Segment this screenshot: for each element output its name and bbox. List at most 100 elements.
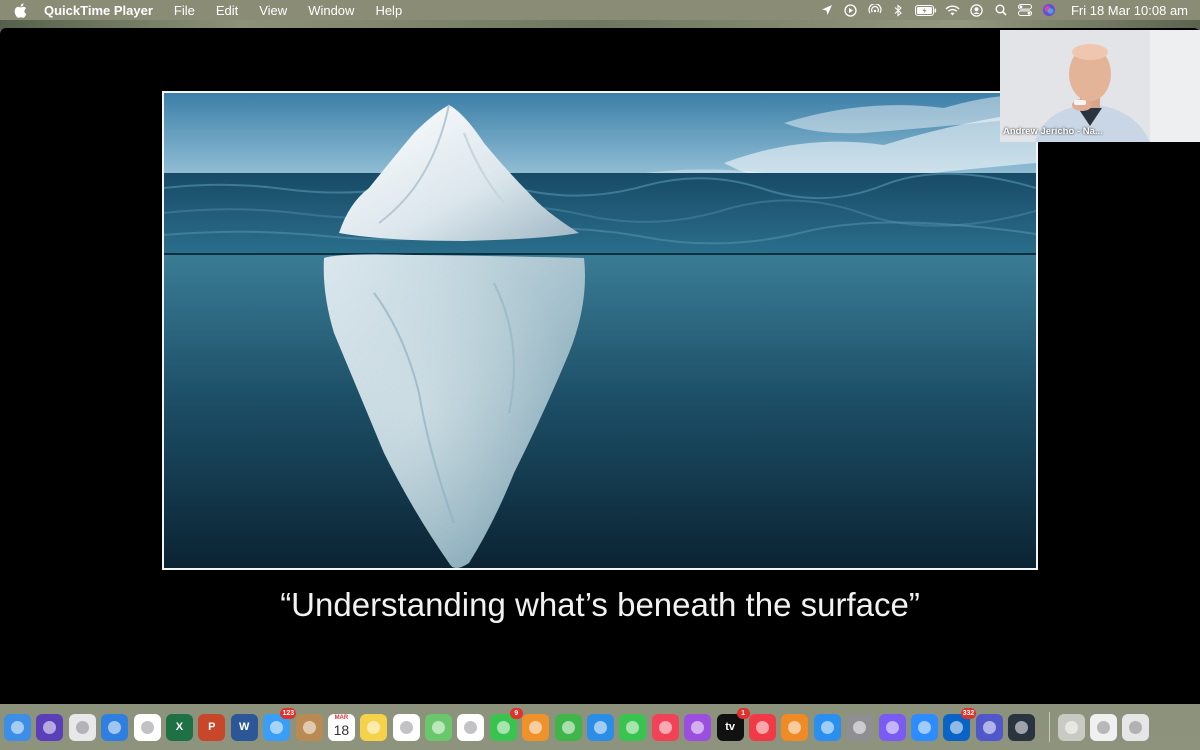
search-icon[interactable]	[989, 0, 1013, 20]
reminders-icon[interactable]	[392, 713, 420, 741]
teams-icon[interactable]	[975, 713, 1003, 741]
battery-icon[interactable]	[911, 0, 941, 20]
numbers-icon[interactable]	[554, 713, 582, 741]
outlook-icon-glyph	[950, 720, 964, 734]
notification-badge: 123	[280, 707, 297, 719]
news-icon[interactable]	[748, 713, 776, 741]
podcasts-icon-glyph	[691, 720, 705, 734]
siri-icon[interactable]	[1037, 0, 1061, 20]
trash-icon[interactable]	[1122, 713, 1150, 741]
contacts-icon[interactable]	[295, 713, 323, 741]
apple-tv-icon[interactable]: tv 1	[716, 707, 750, 741]
airdrop-icon[interactable]	[863, 0, 887, 20]
menu-bar: QuickTime Player File Edit View Window H…	[0, 0, 1200, 20]
zoom-icon-glyph	[917, 720, 931, 734]
quicktime-icon-glyph	[1015, 720, 1029, 734]
safari-icon[interactable]	[101, 713, 129, 741]
participant-name-label: Andrew Jericho - Na...	[1003, 126, 1103, 137]
messages-icon[interactable]: 9	[489, 707, 523, 741]
menu-edit[interactable]: Edit	[216, 3, 238, 18]
messages-icon-glyph	[496, 720, 510, 734]
iceberg-image	[162, 91, 1038, 570]
app-name-menu[interactable]: QuickTime Player	[44, 3, 153, 18]
bluetooth-icon[interactable]	[887, 0, 911, 20]
quicktime-icon[interactable]	[1008, 713, 1036, 741]
launchpad-icon-glyph	[75, 720, 89, 734]
launchpad-icon[interactable]	[68, 713, 96, 741]
menu-file[interactable]: File	[174, 3, 195, 18]
dock: X P W 123 MAR 18 9 tv 1 332	[0, 704, 1200, 750]
chrome-icon[interactable]	[133, 713, 161, 741]
maps-icon[interactable]	[425, 713, 453, 741]
menu-help[interactable]: Help	[375, 3, 402, 18]
notes-icon-glyph	[367, 720, 381, 734]
trash-icon-glyph	[1129, 720, 1143, 734]
app-store-icon[interactable]	[813, 713, 841, 741]
dock-icon-label: X	[175, 721, 184, 733]
safari-icon-glyph	[108, 720, 122, 734]
siri-icon[interactable]	[36, 713, 64, 741]
system-preferences-icon-glyph	[853, 720, 867, 734]
news-icon-glyph	[755, 720, 769, 734]
keynote-icon[interactable]	[587, 713, 615, 741]
word-icon[interactable]: W	[230, 713, 258, 741]
chrome-icon-glyph	[140, 720, 154, 734]
maps-icon-glyph	[432, 720, 446, 734]
music-icon[interactable]	[651, 713, 679, 741]
help-icon-glyph	[1064, 720, 1078, 734]
mail-icon[interactable]: 123	[263, 707, 297, 741]
zoom-icon[interactable]	[910, 713, 938, 741]
keynote-icon-glyph	[594, 720, 608, 734]
messenger-icon-glyph	[885, 720, 899, 734]
play-circle-icon[interactable]	[839, 0, 863, 20]
notification-badge: 332	[960, 707, 977, 719]
books-icon-glyph	[788, 720, 802, 734]
participant-video-tile[interactable]: Andrew Jericho - Na...	[1000, 30, 1200, 142]
calendar-icon[interactable]: MAR 18	[327, 713, 355, 741]
location-arrow-icon[interactable]	[815, 0, 839, 20]
finder-icon-glyph	[11, 720, 24, 734]
dock-icon-label: tv	[725, 721, 735, 733]
reminders-icon-glyph	[399, 720, 413, 734]
numbers-icon-glyph	[561, 720, 575, 734]
app-store-icon-glyph	[820, 720, 834, 734]
notification-badge: 1	[736, 707, 750, 719]
dock-apps: X P W 123 MAR 18 9 tv 1 332	[4, 707, 1041, 741]
pages-icon[interactable]	[522, 713, 550, 741]
finder-icon[interactable]	[4, 713, 31, 741]
contacts-icon-glyph	[302, 720, 316, 734]
user-icon[interactable]	[965, 0, 989, 20]
podcasts-icon[interactable]	[684, 713, 712, 741]
menu-view[interactable]: View	[259, 3, 287, 18]
outlook-icon[interactable]: 332	[943, 707, 977, 741]
apple-menu-icon[interactable]	[14, 2, 30, 18]
downloads-stack-icon-glyph	[1096, 720, 1110, 734]
dock-separator	[1048, 712, 1050, 742]
pages-icon-glyph	[529, 720, 543, 734]
control-center-icon[interactable]	[1013, 0, 1037, 20]
system-preferences-icon[interactable]	[846, 713, 874, 741]
facetime-icon-glyph	[626, 720, 640, 734]
calendar-day-label: 18	[333, 721, 350, 738]
wifi-icon[interactable]	[941, 0, 965, 20]
desktop: QuickTime Player File Edit View Window H…	[0, 0, 1200, 750]
dock-icon-label: P	[208, 721, 216, 733]
photos-icon[interactable]	[457, 713, 485, 741]
notification-badge: 9	[509, 707, 523, 719]
mail-icon-glyph	[270, 720, 284, 734]
messenger-icon[interactable]	[878, 713, 906, 741]
notes-icon[interactable]	[360, 713, 388, 741]
menubar-clock[interactable]: Fri 18 Mar 10:08 am	[1071, 3, 1188, 18]
status-area: Fri 18 Mar 10:08 am	[815, 0, 1188, 20]
excel-icon[interactable]: X	[165, 713, 193, 741]
menu-window[interactable]: Window	[308, 3, 354, 18]
powerpoint-icon[interactable]: P	[198, 713, 226, 741]
teams-icon-glyph	[982, 720, 996, 734]
downloads-stack-icon[interactable]	[1089, 713, 1117, 741]
photos-icon-glyph	[464, 720, 478, 734]
facetime-icon[interactable]	[619, 713, 647, 741]
help-icon[interactable]	[1057, 713, 1085, 741]
books-icon[interactable]	[781, 713, 809, 741]
music-icon-glyph	[658, 720, 672, 734]
dock-right-items	[1057, 713, 1155, 741]
